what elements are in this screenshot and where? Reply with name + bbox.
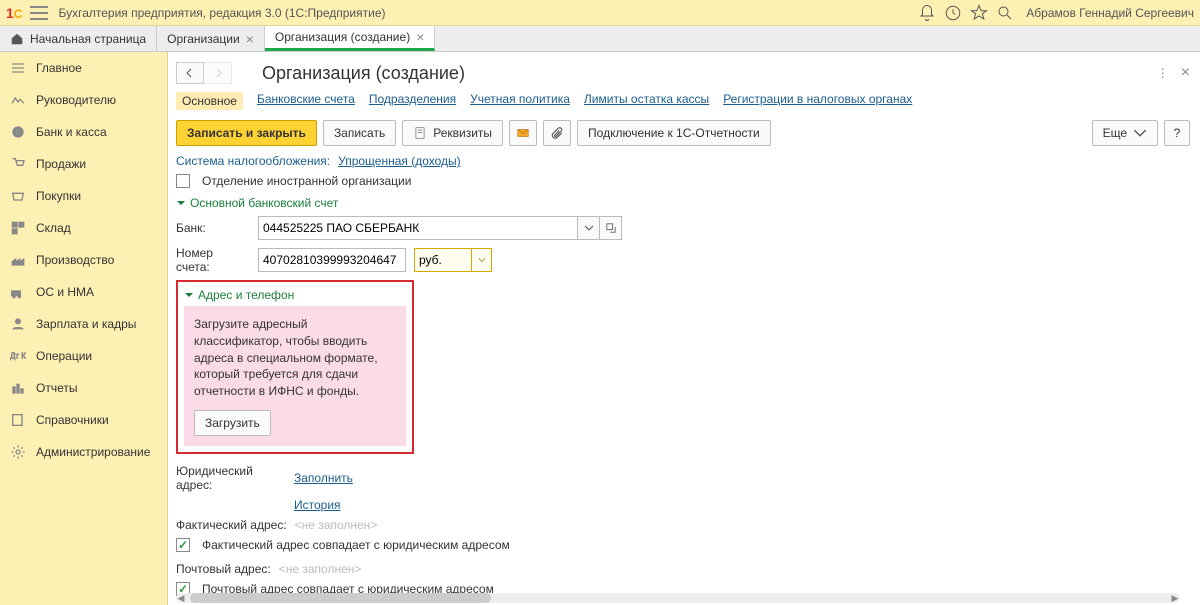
sidebar-item-sales[interactable]: Продажи	[0, 148, 167, 180]
tab-label: Организация (создание)	[275, 30, 410, 44]
postal-address-label: Почтовый адрес:	[176, 562, 271, 576]
load-classifier-button[interactable]: Загрузить	[194, 410, 271, 436]
logo-1c: 1С	[6, 5, 22, 21]
subtab-accounting-policy[interactable]: Учетная политика	[470, 92, 570, 110]
address-section-toggle[interactable]: Адрес и телефон	[184, 288, 406, 302]
actual-same-label: Фактический адрес совпадает с юридически…	[202, 538, 510, 552]
mail-button[interactable]	[509, 120, 537, 146]
save-close-button[interactable]: Записать и закрыть	[176, 120, 317, 146]
svg-text:₽: ₽	[15, 128, 20, 137]
sidebar-item-assets[interactable]: ОС и НМА	[0, 276, 167, 308]
attach-button[interactable]	[543, 120, 571, 146]
close-page-icon[interactable]: ×	[1181, 64, 1190, 82]
hamburger-icon[interactable]	[30, 6, 48, 20]
star-icon[interactable]	[970, 4, 988, 22]
content: Организация (создание) ⋮ × Основное Банк…	[168, 52, 1200, 605]
legal-address-label: Юридический адрес:	[176, 464, 286, 492]
account-input[interactable]	[258, 248, 406, 272]
sidebar-item-warehouse[interactable]: Склад	[0, 212, 167, 244]
sidebar-item-operations[interactable]: Дт КтОперации	[0, 340, 167, 372]
bank-dropdown-button[interactable]	[578, 216, 600, 240]
scroll-thumb[interactable]	[190, 593, 491, 603]
nav-forward-button[interactable]	[204, 62, 232, 84]
bank-row: Банк:	[176, 216, 1190, 240]
currency-dropdown-icon[interactable]	[471, 249, 491, 271]
bank-label: Банк:	[176, 221, 250, 235]
tab-home[interactable]: Начальная страница	[0, 26, 157, 51]
page-title: Организация (создание)	[262, 63, 465, 84]
sidebar-item-bank[interactable]: ₽Банк и касса	[0, 116, 167, 148]
requisites-button[interactable]: Реквизиты	[402, 120, 503, 146]
more-button[interactable]: Еще	[1092, 120, 1158, 146]
sidebar-item-purchases[interactable]: Покупки	[0, 180, 167, 212]
foreign-branch-checkbox[interactable]	[176, 174, 190, 188]
subtab-tax-registration[interactable]: Регистрации в налоговых органах	[723, 92, 912, 110]
postal-address-value: <не заполнен>	[279, 562, 362, 576]
save-button[interactable]: Записать	[323, 120, 396, 146]
toolbar: Записать и закрыть Записать Реквизиты По…	[176, 120, 1190, 146]
actual-same-row: Фактический адрес совпадает с юридически…	[176, 538, 1190, 552]
legal-address-row: Юридический адрес: Заполнить	[176, 464, 1190, 492]
sidebar-item-hr[interactable]: Зарплата и кадры	[0, 308, 167, 340]
bank-section-toggle[interactable]: Основной банковский счет	[176, 196, 1190, 210]
address-section-highlight: Адрес и телефон Загрузите адресный класс…	[176, 280, 414, 454]
postal-address-row: Почтовый адрес: <не заполнен>	[176, 562, 1190, 576]
bank-input[interactable]	[258, 216, 578, 240]
currency-picker[interactable]	[414, 248, 492, 272]
page-header: Организация (создание) ⋮ ×	[176, 56, 1190, 90]
scroll-right-icon[interactable]: ▶	[1170, 593, 1180, 603]
close-icon[interactable]: ×	[416, 29, 424, 45]
close-icon[interactable]: ×	[246, 31, 254, 47]
foreign-branch-row: Отделение иностранной организации	[176, 174, 1190, 188]
history-icon[interactable]	[944, 4, 962, 22]
svg-text:Дт Кт: Дт Кт	[10, 352, 26, 361]
scroll-left-icon[interactable]: ◀	[176, 593, 186, 603]
actual-address-label: Фактический адрес:	[176, 518, 287, 532]
help-button[interactable]: ?	[1164, 120, 1190, 146]
sidebar-item-director[interactable]: Руководителю	[0, 84, 167, 116]
tax-label: Система налогообложения:	[176, 154, 330, 168]
tab-home-label: Начальная страница	[30, 32, 146, 46]
currency-input[interactable]	[415, 249, 471, 271]
subtab-bank-accounts[interactable]: Банковские счета	[257, 92, 355, 110]
history-link[interactable]: История	[294, 498, 341, 512]
account-label: Номер счета:	[176, 246, 250, 274]
horizontal-scrollbar[interactable]: ◀ ▶	[176, 593, 1180, 603]
foreign-branch-label: Отделение иностранной организации	[202, 174, 411, 188]
classifier-notice: Загрузите адресный классификатор, чтобы …	[184, 306, 406, 446]
actual-same-checkbox[interactable]	[176, 538, 190, 552]
tax-system-row: Система налогообложения: Упрощенная (дох…	[176, 154, 1190, 168]
sidebar: Главное Руководителю ₽Банк и касса Прода…	[0, 52, 168, 605]
current-user[interactable]: Абрамов Геннадий Сергеевич	[1026, 6, 1194, 20]
nav-back-button[interactable]	[176, 62, 204, 84]
bell-icon[interactable]	[918, 4, 936, 22]
tax-link[interactable]: Упрощенная (доходы)	[338, 154, 461, 168]
account-row: Номер счета:	[176, 246, 1190, 274]
tabbar: Начальная страница Организации × Организ…	[0, 26, 1200, 52]
sidebar-item-catalogs[interactable]: Справочники	[0, 404, 167, 436]
app-title: Бухгалтерия предприятия, редакция 3.0 (1…	[58, 6, 385, 20]
kebab-icon[interactable]: ⋮	[1157, 66, 1171, 80]
actual-address-value: <не заполнен>	[295, 518, 378, 532]
sidebar-item-production[interactable]: Производство	[0, 244, 167, 276]
tab-label: Организации	[167, 32, 240, 46]
sidebar-item-main[interactable]: Главное	[0, 52, 167, 84]
actual-address-row: Фактический адрес: <не заполнен>	[176, 518, 1190, 532]
notice-text: Загрузите адресный классификатор, чтобы …	[194, 316, 396, 400]
fill-address-link[interactable]: Заполнить	[294, 471, 353, 485]
subtabs: Основное Банковские счета Подразделения …	[176, 90, 1190, 120]
bank-open-button[interactable]	[600, 216, 622, 240]
connect-reporting-button[interactable]: Подключение к 1С-Отчетности	[577, 120, 771, 146]
search-icon[interactable]	[996, 4, 1014, 22]
tab-organizations[interactable]: Организации ×	[157, 26, 265, 51]
subtab-cash-limits[interactable]: Лимиты остатка кассы	[584, 92, 709, 110]
subtab-main[interactable]: Основное	[176, 92, 243, 110]
subtab-departments[interactable]: Подразделения	[369, 92, 456, 110]
sidebar-item-admin[interactable]: Администрирование	[0, 436, 167, 468]
tab-organization-create[interactable]: Организация (создание) ×	[265, 26, 435, 51]
main: Главное Руководителю ₽Банк и касса Прода…	[0, 52, 1200, 605]
sidebar-item-reports[interactable]: Отчеты	[0, 372, 167, 404]
history-row: История	[176, 498, 1190, 512]
topbar: 1С Бухгалтерия предприятия, редакция 3.0…	[0, 0, 1200, 26]
